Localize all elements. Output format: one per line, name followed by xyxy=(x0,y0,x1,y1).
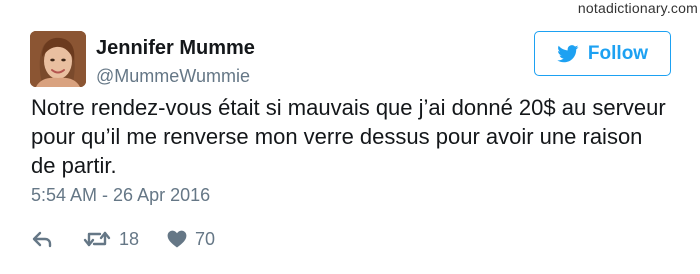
reply-icon xyxy=(31,230,53,248)
avatar-image xyxy=(30,31,86,87)
tweet-timestamp[interactable]: 5:54 AM - 26 Apr 2016 xyxy=(31,185,210,206)
twitter-bird-icon xyxy=(557,44,579,63)
follow-button-label: Follow xyxy=(587,42,649,64)
retweet-icon xyxy=(83,229,111,249)
follow-button[interactable]: Follow xyxy=(534,31,671,76)
retweet-button[interactable]: 18 xyxy=(83,229,139,250)
tweet-text: Notre rendez-vous était si mauvais que j… xyxy=(31,95,666,178)
like-button[interactable]: 70 xyxy=(167,229,215,250)
site-watermark: notadictionary.com xyxy=(577,0,698,16)
author-handle[interactable]: @MummeWummie xyxy=(96,66,250,87)
retweet-count: 18 xyxy=(119,228,140,249)
avatar[interactable] xyxy=(30,31,86,87)
tweet-actions: 18 70 xyxy=(31,228,215,250)
heart-icon xyxy=(167,230,187,248)
author-display-name[interactable]: Jennifer Mumme xyxy=(96,37,255,60)
reply-button[interactable] xyxy=(31,230,53,248)
like-count: 70 xyxy=(195,228,216,249)
